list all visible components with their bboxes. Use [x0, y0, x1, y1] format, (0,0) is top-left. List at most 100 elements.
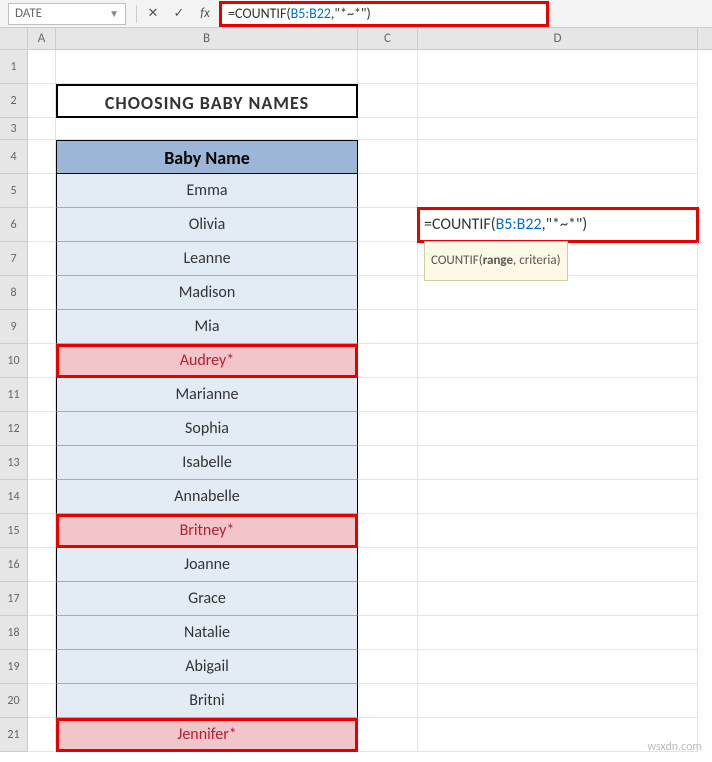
cell[interactable]	[358, 684, 418, 718]
cell[interactable]	[358, 616, 418, 650]
cell[interactable]	[358, 310, 418, 344]
cell[interactable]	[28, 480, 56, 514]
data-cell[interactable]: Audrey*	[56, 344, 358, 378]
row-header[interactable]: 8	[0, 276, 28, 310]
data-cell[interactable]: Abigail	[56, 650, 358, 684]
row-header[interactable]: 16	[0, 548, 28, 582]
row-header[interactable]: 19	[0, 650, 28, 684]
row-header[interactable]: 5	[0, 174, 28, 208]
cell[interactable]	[358, 446, 418, 480]
cell[interactable]	[358, 514, 418, 548]
row-header[interactable]: 2	[0, 84, 28, 118]
cell[interactable]	[418, 446, 698, 480]
data-cell[interactable]: Annabelle	[56, 480, 358, 514]
cell[interactable]	[418, 84, 698, 118]
row-header[interactable]: 6	[0, 208, 28, 242]
cell[interactable]	[358, 582, 418, 616]
row-header[interactable]: 21	[0, 718, 28, 752]
name-box[interactable]: DATE ▼	[8, 3, 126, 25]
page-title[interactable]: CHOOSING BABY NAMES	[56, 84, 358, 118]
row-header[interactable]: 3	[0, 118, 28, 140]
data-cell[interactable]: Natalie	[56, 616, 358, 650]
cell[interactable]	[418, 378, 698, 412]
cell[interactable]	[358, 344, 418, 378]
data-cell[interactable]: Olivia	[56, 208, 358, 242]
cell[interactable]	[418, 412, 698, 446]
cell[interactable]	[358, 140, 418, 174]
cell[interactable]	[358, 118, 418, 140]
data-cell[interactable]: Sophia	[56, 412, 358, 446]
row-header[interactable]: 17	[0, 582, 28, 616]
formula-bar-input[interactable]: =COUNTIF(B5:B22,"*~*")	[221, 3, 547, 25]
cell[interactable]	[418, 650, 698, 684]
row-header[interactable]: 15	[0, 514, 28, 548]
cell[interactable]	[358, 174, 418, 208]
row-header[interactable]: 9	[0, 310, 28, 344]
cell[interactable]	[28, 718, 56, 752]
cell[interactable]	[28, 276, 56, 310]
row-header[interactable]: 20	[0, 684, 28, 718]
cancel-icon[interactable]: ✕	[141, 3, 165, 25]
cell[interactable]	[28, 310, 56, 344]
cell[interactable]	[56, 50, 358, 84]
cell[interactable]	[418, 50, 698, 84]
cell[interactable]	[418, 616, 698, 650]
data-cell[interactable]: Emma	[56, 174, 358, 208]
row-header[interactable]: 11	[0, 378, 28, 412]
row-header[interactable]: 12	[0, 412, 28, 446]
cell[interactable]	[358, 480, 418, 514]
cell[interactable]	[28, 684, 56, 718]
cell[interactable]	[418, 480, 698, 514]
cell[interactable]	[28, 140, 56, 174]
cell[interactable]	[28, 582, 56, 616]
cell[interactable]	[358, 84, 418, 118]
cell[interactable]	[358, 50, 418, 84]
row-header[interactable]: 14	[0, 480, 28, 514]
col-header-D[interactable]: D	[418, 28, 698, 49]
cell[interactable]	[56, 118, 358, 140]
cell[interactable]	[358, 378, 418, 412]
cell[interactable]	[418, 344, 698, 378]
col-header-A[interactable]: A	[28, 28, 56, 49]
cell[interactable]	[28, 650, 56, 684]
data-cell[interactable]: Leanne	[56, 242, 358, 276]
cell[interactable]	[358, 650, 418, 684]
col-header-C[interactable]: C	[358, 28, 418, 49]
cell[interactable]	[28, 50, 56, 84]
col-header-B[interactable]: B	[56, 28, 358, 49]
cell[interactable]	[28, 446, 56, 480]
cell[interactable]	[418, 548, 698, 582]
cell[interactable]	[418, 174, 698, 208]
cell[interactable]	[28, 242, 56, 276]
cell[interactable]	[358, 548, 418, 582]
data-cell[interactable]: Britni	[56, 684, 358, 718]
cell[interactable]	[358, 242, 418, 276]
cell[interactable]	[28, 548, 56, 582]
cell[interactable]	[28, 514, 56, 548]
cell[interactable]	[28, 378, 56, 412]
cell[interactable]	[28, 174, 56, 208]
data-cell[interactable]: Madison	[56, 276, 358, 310]
data-cell[interactable]: Isabelle	[56, 446, 358, 480]
chevron-down-icon[interactable]: ▼	[109, 7, 119, 20]
cell[interactable]	[418, 514, 698, 548]
confirm-icon[interactable]: ✓	[167, 3, 191, 25]
cell[interactable]	[28, 84, 56, 118]
cell[interactable]	[418, 276, 698, 310]
data-cell[interactable]: Mia	[56, 310, 358, 344]
active-cell-edit[interactable]: =COUNTIF(B5:B22,"*~*")COUNTIF(range, cri…	[418, 208, 698, 242]
data-cell[interactable]: Grace	[56, 582, 358, 616]
data-cell[interactable]: Jennifer*	[56, 718, 358, 752]
data-cell[interactable]: Marianne	[56, 378, 358, 412]
row-header[interactable]: 4	[0, 140, 28, 174]
cell[interactable]	[28, 344, 56, 378]
cell[interactable]	[28, 616, 56, 650]
cell[interactable]	[358, 208, 418, 242]
row-header[interactable]: 13	[0, 446, 28, 480]
cell[interactable]	[418, 310, 698, 344]
cell[interactable]	[28, 208, 56, 242]
select-all-corner[interactable]	[0, 28, 28, 49]
data-cell[interactable]: Britney*	[56, 514, 358, 548]
cell[interactable]	[358, 412, 418, 446]
cell[interactable]	[358, 718, 418, 752]
